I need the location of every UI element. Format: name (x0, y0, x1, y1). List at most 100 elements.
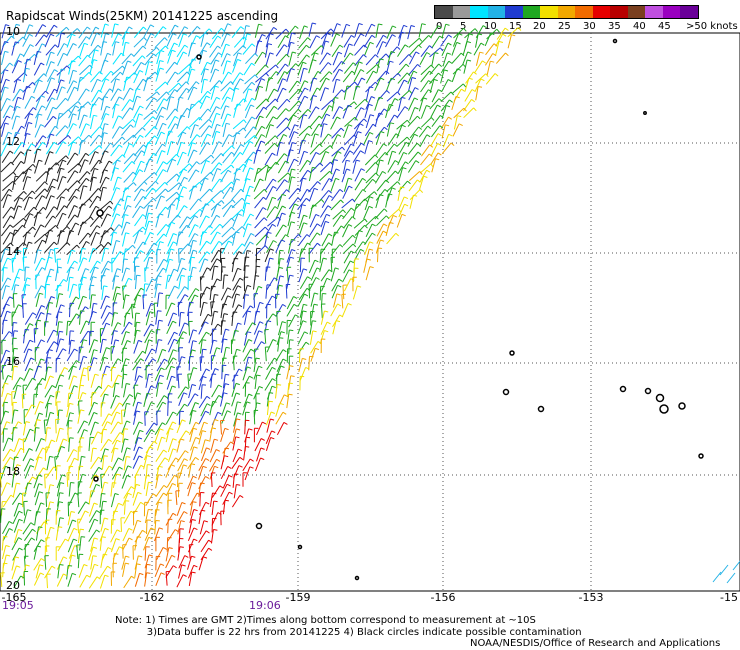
wind-barb-flag (101, 493, 106, 495)
wind-barb (143, 172, 155, 183)
wind-barb (298, 215, 305, 229)
wind-barb-flag (183, 511, 188, 515)
wind-barb-flag (17, 421, 22, 425)
wind-barb-flag (106, 347, 111, 350)
wind-barb-flag (297, 108, 302, 113)
wind-barb (265, 52, 271, 67)
wind-barb-flag (140, 464, 145, 468)
wind-barb-flag (180, 311, 185, 314)
wind-barb (187, 104, 192, 119)
wind-barb-flag (179, 231, 184, 234)
wind-barb-flag (32, 163, 36, 168)
lat-label-12: 12 (6, 135, 20, 148)
wind-barb (198, 240, 208, 254)
wind-barb-flag (7, 392, 12, 396)
wind-barb (189, 124, 196, 139)
wind-barb-flag (371, 34, 376, 39)
wind-barb-flag (391, 34, 396, 38)
wind-barb-flag (173, 312, 178, 316)
wind-barb-flag (108, 205, 113, 209)
wind-barb-flag (73, 80, 78, 84)
wind-barb-flag (364, 218, 368, 223)
wind-barb-flag (38, 159, 43, 162)
wind-barb (66, 449, 75, 463)
wind-barb-flag (104, 517, 109, 520)
wind-barb-flag (337, 150, 342, 154)
wind-barb (0, 410, 6, 425)
wind-barb-flag (314, 52, 319, 55)
wind-barb-flag (137, 437, 143, 440)
wind-barb (233, 103, 238, 118)
wind-barb-flag (159, 527, 164, 530)
wind-barb (90, 374, 96, 388)
wind-barb-flag (171, 221, 176, 225)
wind-barb-flag (340, 127, 345, 132)
island (509, 350, 515, 356)
wind-barb-flag (447, 42, 452, 46)
wind-barb-flag (261, 134, 266, 137)
wind-barb-flag (73, 538, 78, 542)
wind-barb-flag (114, 275, 119, 277)
wind-barb (363, 35, 373, 48)
wind-barb (34, 233, 46, 244)
wind-barb-flag (206, 286, 211, 290)
wind-barb (266, 88, 275, 102)
wind-barb-flag (184, 450, 189, 454)
wind-barb-flag (73, 385, 78, 388)
wind-barb-flag (371, 223, 376, 227)
wind-barb-flag (73, 457, 79, 461)
wind-barb-flag (169, 428, 174, 430)
wind-barb (276, 117, 287, 129)
wind-barb (99, 230, 106, 244)
wind-barb-flag (117, 176, 122, 179)
wind-barb (143, 283, 146, 298)
wind-barb (288, 80, 298, 93)
wind-barb (23, 368, 31, 382)
wind-barb-flag (293, 296, 298, 299)
wind-barb (134, 555, 139, 570)
wind-barb-flag (350, 207, 355, 211)
wind-barb-flag (100, 243, 105, 248)
wind-barb (209, 68, 216, 83)
wind-barb (35, 95, 42, 109)
wind-barb-flag (158, 501, 163, 504)
wind-barb-flag (104, 481, 109, 484)
wind-barb-flag (245, 25, 250, 27)
wind-barb (77, 203, 83, 218)
wind-barb (165, 275, 169, 289)
wind-barb (79, 268, 86, 282)
wind-barb-flag (259, 115, 264, 119)
wind-barb (111, 322, 119, 336)
wind-barb-flag (152, 493, 157, 497)
wind-barb-flag (172, 438, 177, 441)
wind-barb (100, 554, 104, 568)
wind-barb-flag (423, 97, 428, 100)
wind-barb-flag (84, 42, 89, 46)
wind-barb-flag (240, 26, 245, 30)
wind-barb (132, 169, 140, 183)
wind-barb (134, 530, 143, 543)
wind-barb-flag (204, 177, 209, 180)
wind-barb (111, 457, 119, 471)
wind-barb (176, 574, 184, 588)
wind-barb (264, 347, 267, 362)
wind-barb (11, 258, 14, 273)
wind-barb-flag (194, 233, 199, 236)
wind-barb (24, 377, 33, 391)
wind-barb-flag (4, 41, 9, 44)
wind-barb-flag (174, 474, 179, 478)
wind-barb-flag (303, 150, 308, 154)
wind-barb (0, 508, 2, 523)
wind-barb-flag (148, 554, 153, 557)
wind-barb (365, 54, 376, 66)
wind-barb-flag (138, 229, 143, 233)
wind-barb (299, 258, 302, 273)
wind-barb-flag (102, 428, 107, 431)
wind-barb-flag (206, 240, 211, 244)
wind-barb (2, 181, 14, 191)
wind-barb (231, 188, 242, 201)
wind-map[interactable] (0, 0, 740, 650)
wind-barb-flag (107, 260, 112, 264)
wind-barb (231, 330, 236, 345)
wind-barb (0, 98, 8, 112)
